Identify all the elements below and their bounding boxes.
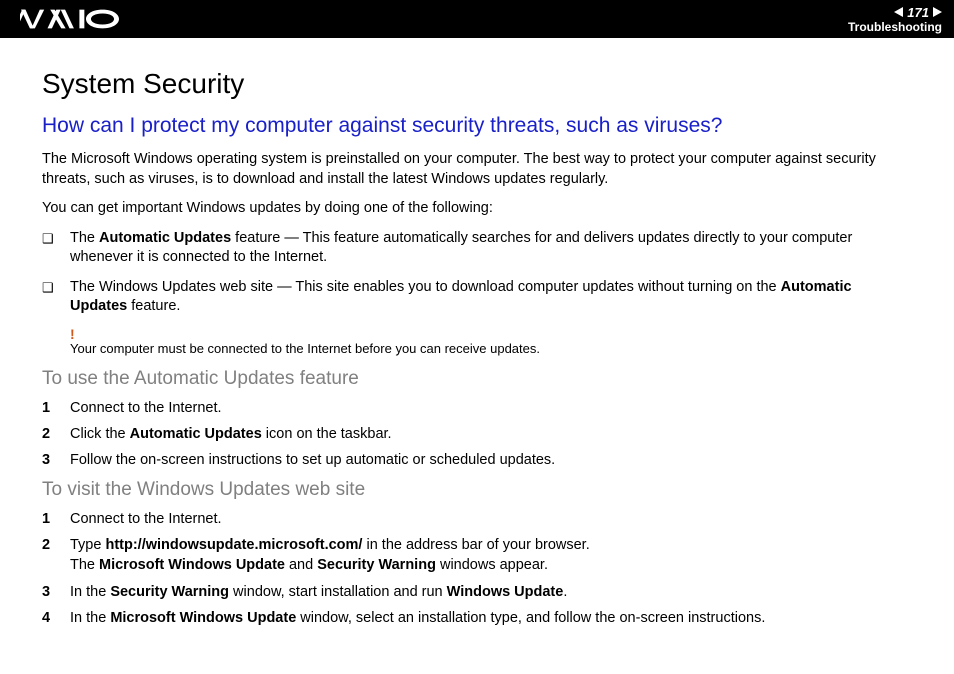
bullet-item: ❑The Automatic Updates feature — This fe… — [42, 229, 912, 268]
header-bar: 171 Troubleshooting — [0, 0, 954, 38]
next-page-arrow-icon[interactable] — [933, 7, 942, 17]
question-heading: How can I protect my computer against se… — [42, 114, 912, 138]
header-right: 171 Troubleshooting — [848, 6, 942, 33]
page-title: System Security — [42, 68, 912, 100]
step-number: 2 — [42, 424, 70, 444]
bullet-item: ❑The Windows Updates web site — This sit… — [42, 278, 912, 317]
step-text: Connect to the Internet. — [70, 509, 912, 529]
step-text: In the Security Warning window, start in… — [70, 582, 912, 602]
step-text: Connect to the Internet. — [70, 398, 912, 418]
bullet-marker-icon: ❑ — [42, 229, 70, 248]
warning-icon: ! — [70, 327, 912, 341]
step-number: 3 — [42, 450, 70, 470]
intro-paragraph-1: The Microsoft Windows operating system i… — [42, 150, 912, 189]
step-text: Type http://windowsupdate.microsoft.com/… — [70, 535, 912, 576]
page-nav: 171 — [894, 6, 942, 19]
vaio-logo — [20, 0, 130, 38]
bullet-marker-icon: ❑ — [42, 278, 70, 297]
note-block: ! Your computer must be connected to the… — [70, 327, 912, 358]
subheading-automatic-updates: To use the Automatic Updates feature — [42, 368, 912, 390]
step-item: 3In the Security Warning window, start i… — [42, 582, 912, 602]
step-item: 2Click the Automatic Updates icon on the… — [42, 424, 912, 444]
subheading-windows-updates-site: To visit the Windows Updates web site — [42, 479, 912, 501]
step-number: 1 — [42, 398, 70, 418]
prev-page-arrow-icon[interactable] — [894, 7, 903, 17]
bullet-text: The Windows Updates web site — This site… — [70, 278, 912, 317]
section-label: Troubleshooting — [848, 21, 942, 33]
step-item: 3Follow the on-screen instructions to se… — [42, 450, 912, 470]
step-number: 2 — [42, 535, 70, 555]
steps-windows-updates-site: 1Connect to the Internet.2Type http://wi… — [42, 509, 912, 628]
step-text: Follow the on-screen instructions to set… — [70, 450, 912, 470]
intro-paragraph-2: You can get important Windows updates by… — [42, 199, 912, 219]
step-text: Click the Automatic Updates icon on the … — [70, 424, 912, 444]
step-item: 1Connect to the Internet. — [42, 398, 912, 418]
bullet-text: The Automatic Updates feature — This fea… — [70, 229, 912, 268]
step-number: 1 — [42, 509, 70, 529]
content-area: System Security How can I protect my com… — [0, 38, 954, 654]
step-item: 4In the Microsoft Windows Update window,… — [42, 608, 912, 628]
note-text: Your computer must be connected to the I… — [70, 341, 912, 358]
page-number: 171 — [905, 6, 931, 19]
step-number: 3 — [42, 582, 70, 602]
steps-automatic-updates: 1Connect to the Internet.2Click the Auto… — [42, 398, 912, 471]
step-item: 1Connect to the Internet. — [42, 509, 912, 529]
step-text: In the Microsoft Windows Update window, … — [70, 608, 912, 628]
bullet-list: ❑The Automatic Updates feature — This fe… — [42, 229, 912, 317]
step-number: 4 — [42, 608, 70, 628]
step-item: 2Type http://windowsupdate.microsoft.com… — [42, 535, 912, 576]
